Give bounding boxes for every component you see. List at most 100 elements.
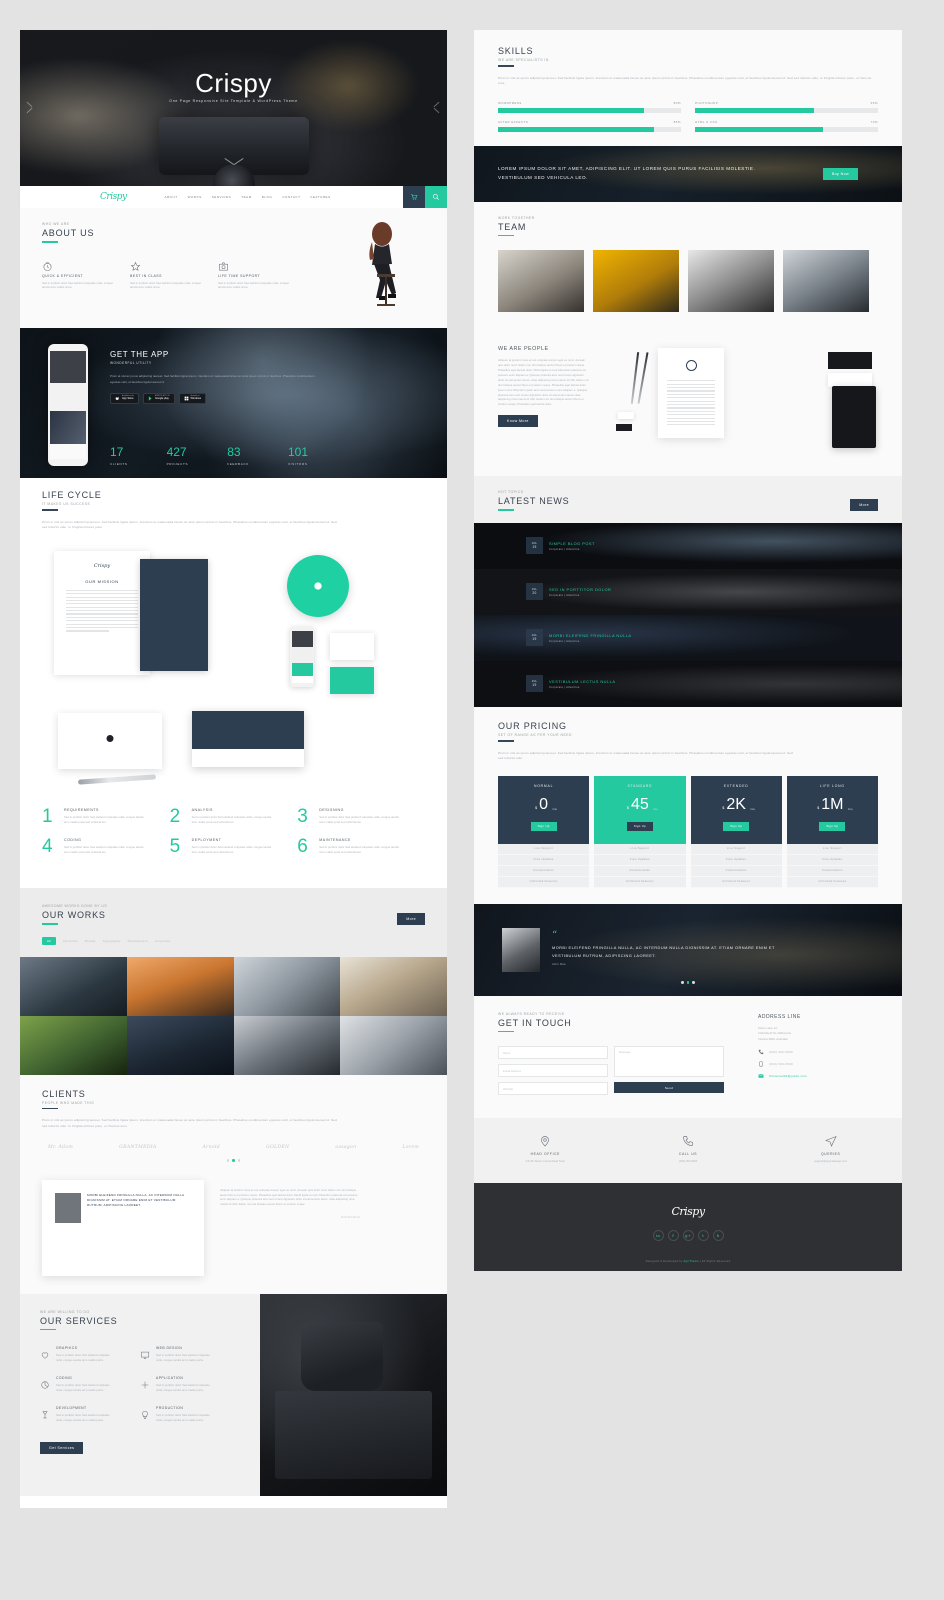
scroll-down-icon[interactable] [225,158,243,168]
pricing-section: OUR PRICING SET OF RANGE AS PER YOUR NEE… [474,706,902,904]
work-item[interactable] [20,1015,127,1075]
skill-label: WORDPRESS [498,100,522,105]
lifecycle-step: 4 CODING Sed in porttitor dolor Sed elei… [42,837,170,856]
work-item[interactable] [20,956,127,1016]
nav-item-works[interactable]: WORKS [188,195,202,199]
googleplay-button[interactable]: ANDROID APP ON Google play [142,393,175,405]
plan-feature: Live Support [594,843,686,855]
know-more-button[interactable]: Know More [498,415,538,428]
plan-feature: Unlimited Features [498,876,590,888]
news-post-list: JUL 19 SIMPLE BLOG POST Corporate | Adve… [474,522,902,707]
plan-feature: Free Updates [786,854,878,866]
plan-signup-button[interactable]: Sign Up [626,821,653,831]
plan-currency: $ [817,806,820,811]
plan-signup-button[interactable]: Sign Up [819,821,846,831]
work-item[interactable] [126,1015,234,1075]
team-member-card[interactable] [783,250,869,313]
twitter-icon[interactable]: t [697,1230,709,1242]
carousel-dot[interactable] [226,1159,230,1162]
send-button[interactable]: Send [614,1082,724,1094]
contact-mobile-row: (000) 000-0000 [758,1060,878,1067]
cd-disc [287,554,349,617]
plan-amount: 45 [630,795,649,813]
work-item[interactable] [126,956,234,1016]
clients-title: CLIENTS [42,1088,86,1099]
get-services-button[interactable]: Get Services [40,1441,84,1454]
nav-item-features[interactable]: FEATURES [310,195,330,199]
carousel-dot[interactable] [681,981,684,984]
plan-signup-button[interactable]: Sign Up [723,821,750,831]
client-logo: GRANTMEDIA [119,1145,157,1151]
behance-icon[interactable]: b [712,1230,724,1242]
news-post[interactable]: JUL 19 MORBI ELEIFEND FRINGILLA NULLA Co… [474,614,902,661]
nav-item-about[interactable]: ABOUT [165,195,178,199]
footer-logo: Crispy [671,1205,705,1219]
buy-now-button[interactable]: Buy Now [822,167,858,180]
work-item[interactable] [233,1015,341,1075]
team-section: WORK TOGETHER TEAM [474,201,902,331]
address-title: ADDRESS LINE [758,1013,801,1020]
search-icon[interactable] [425,186,447,208]
works-more-button[interactable]: More [397,912,425,925]
work-item[interactable] [340,1015,447,1075]
filter-photos[interactable]: Photos [85,939,96,943]
team-member-card[interactable] [688,250,774,313]
filter-corporate[interactable]: Corporate [155,939,171,943]
website-input[interactable]: Website [498,1082,608,1096]
post-date: JUL 19 [526,629,543,647]
email-input[interactable]: Email Address [498,1064,608,1078]
step-number: 1 [42,805,53,827]
cart-icon[interactable] [403,186,425,208]
step-title: DEPLOYMENT [191,837,222,842]
post-date: JUL 19 [526,675,543,693]
carousel-dot[interactable] [237,1159,241,1162]
work-item[interactable] [233,956,341,1016]
nav-item-team[interactable]: TEAM [241,195,252,199]
skill-label: HTML & CSS [695,119,718,124]
client-logo: assagon [335,1145,357,1151]
linkedin-icon[interactable]: in [652,1230,664,1242]
nav-item-blog[interactable]: BLOG [262,195,273,199]
letterhead-emblem [685,360,697,372]
filter-typography[interactable]: Typography [103,939,121,943]
clients-section: CLIENTS PEOPLE WHO MADE THIS Proin in ni… [20,1074,447,1294]
news-post[interactable]: JUL 20 SED IN PORTTITOR DOLOR Corporate … [474,568,902,615]
news-post[interactable]: JUL 19 VESTIBULUM LECTUS NULLA Corporate… [474,660,902,707]
service-text: Sed in porttitor dolor Sed eleifend vulp… [56,1353,110,1363]
team-member-card[interactable] [593,250,679,313]
notebook-object [832,386,876,449]
email-address[interactable]: thisismail02@gmail.com [769,1074,807,1078]
client-logo: Arnold [202,1145,220,1151]
post-meta: Corporate | Advertise [549,593,580,597]
plan-signup-button[interactable]: Sign Up [530,821,557,831]
filter-development[interactable]: Development [128,939,148,943]
windows-button[interactable]: Available on Windows [178,393,207,405]
team-member-card[interactable] [498,250,584,313]
news-more-button[interactable]: More [850,498,878,511]
dark-folder [140,558,208,671]
work-item[interactable] [340,956,447,1016]
post-title: VESTIBULUM LECTUS NULLA [549,678,616,684]
life-cycle-section: LIFE CYCLE IT MAKES US SUCCESS Proin in … [20,478,447,888]
googleplus-icon[interactable]: g+ [682,1230,694,1242]
service-item: CODING Sed in porttitor dolor Sed eleife… [40,1376,140,1393]
filter-all[interactable]: All [42,936,57,945]
site-logo[interactable]: Crispy [100,192,127,202]
nav-item-services[interactable]: SERVICES [212,195,232,199]
carousel-dot[interactable] [692,981,695,984]
message-textarea[interactable]: Message [614,1046,724,1078]
post-meta: Corporate | Advertise [549,547,580,551]
send-icon [824,1134,837,1148]
lifecycle-step: 3 DESIGNING Sed in porttitor dolor Sed e… [297,807,425,826]
news-post[interactable]: JUL 19 SIMPLE BLOG POST Corporate | Adve… [474,522,902,569]
name-input[interactable]: Name [498,1046,608,1060]
carousel-dot-active[interactable] [686,981,690,984]
nav-item-contact[interactable]: CONTACT [282,195,300,199]
appstore-button[interactable]: Available on the App Store [110,393,139,405]
carousel-dot-active[interactable] [232,1159,235,1162]
lifecycle-showcase: Crispy OUR MISSION [42,545,425,800]
app-phone-mockup [48,344,88,466]
get-the-app-section: GET THE APP WONDERFUL UTILITY Proin at n… [20,328,447,478]
filter-identities[interactable]: Identities [63,939,78,943]
facebook-icon[interactable]: f [667,1230,679,1242]
